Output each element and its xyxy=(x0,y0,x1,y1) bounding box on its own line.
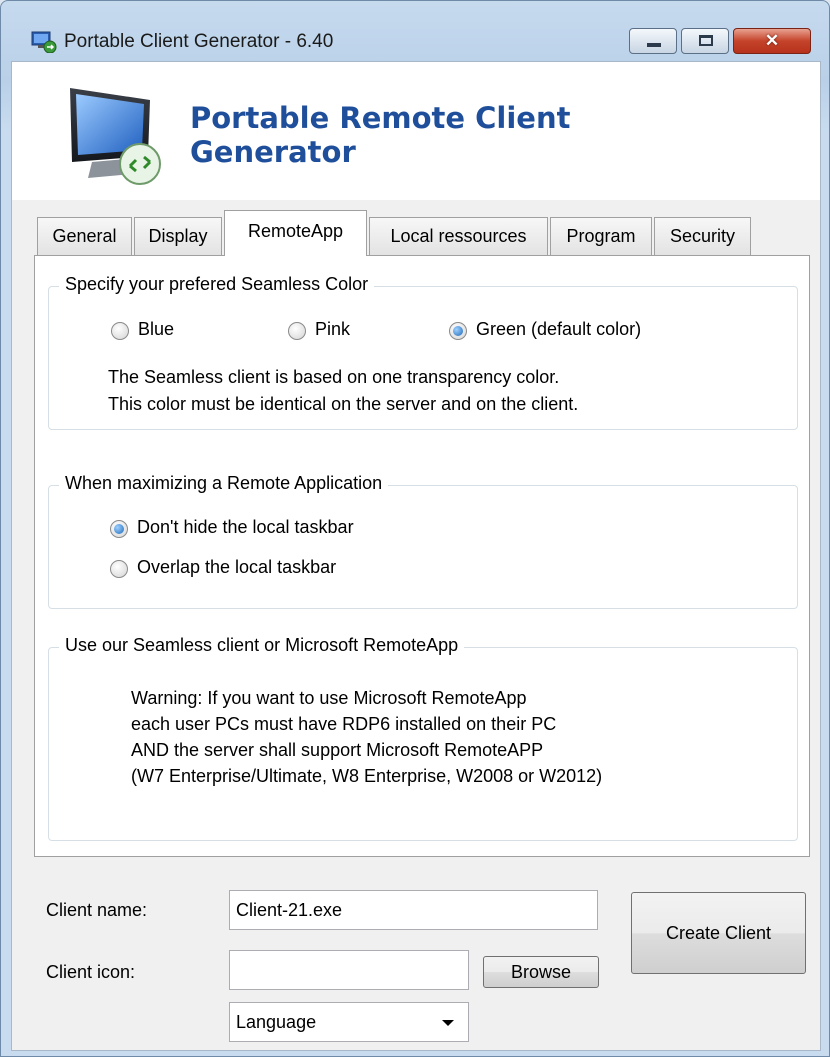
application-window: Portable Client Generator - 6.40 ✕ Porta… xyxy=(0,0,830,1057)
window-title: Portable Client Generator - 6.40 xyxy=(64,31,334,52)
header-title: Portable Remote Client Generator xyxy=(190,101,570,169)
maximize-legend: When maximizing a Remote Application xyxy=(59,473,389,494)
header-banner: Portable Remote Client Generator xyxy=(12,62,820,200)
seamless-color-group: Specify your prefered Seamless Color Blu… xyxy=(48,274,798,430)
radio-green-label[interactable]: Green (default color) xyxy=(476,319,641,340)
warning-line1: Warning: If you want to use Microsoft Re… xyxy=(131,688,527,708)
tab-local-ressources[interactable]: Local ressources xyxy=(369,217,548,255)
maximize-button[interactable] xyxy=(681,28,729,54)
maximize-group: When maximizing a Remote Application Don… xyxy=(48,473,798,609)
language-select[interactable]: Language xyxy=(229,1002,469,1042)
remote-desktop-icon xyxy=(31,31,57,53)
minimize-button[interactable] xyxy=(629,28,677,54)
client-type-group: Use our Seamless client or Microsoft Rem… xyxy=(48,635,798,841)
tab-remoteapp[interactable]: RemoteApp xyxy=(224,210,367,256)
chevron-down-icon xyxy=(442,1020,454,1026)
client-name-label: Client name: xyxy=(46,900,148,920)
minimize-icon xyxy=(647,43,661,47)
seamless-note-line2: This color must be identical on the serv… xyxy=(108,394,579,414)
close-icon: ✕ xyxy=(764,31,780,50)
client-icon-input[interactable] xyxy=(229,950,469,990)
client-icon-label: Client icon: xyxy=(46,962,136,982)
warning-line4: (W7 Enterprise/Ultimate, W8 Enterprise, … xyxy=(131,766,603,786)
radio-overlap-taskbar-label[interactable]: Overlap the local taskbar xyxy=(137,557,336,578)
radio-pink[interactable] xyxy=(288,322,306,340)
radio-dont-hide-taskbar[interactable] xyxy=(110,520,128,538)
browse-button[interactable]: Browse xyxy=(483,956,599,988)
header-title-line2: Generator xyxy=(190,135,356,169)
maximize-icon xyxy=(699,35,713,46)
tab-display[interactable]: Display xyxy=(134,217,222,255)
radio-pink-label[interactable]: Pink xyxy=(315,319,350,340)
client-area: Portable Remote Client Generator General… xyxy=(11,61,821,1051)
create-client-button[interactable]: Create Client xyxy=(631,892,806,974)
radio-blue-label[interactable]: Blue xyxy=(138,319,174,340)
header-title-line1: Portable Remote Client xyxy=(190,101,571,135)
radio-overlap-taskbar[interactable] xyxy=(110,560,128,578)
warning-line2: each user PCs must have RDP6 installed o… xyxy=(131,714,557,734)
client-name-input[interactable] xyxy=(229,890,598,930)
tab-program[interactable]: Program xyxy=(550,217,652,255)
radio-green[interactable] xyxy=(449,322,467,340)
title-bar[interactable]: Portable Client Generator - 6.40 ✕ xyxy=(1,1,829,59)
close-button[interactable]: ✕ xyxy=(733,28,811,54)
tab-security[interactable]: Security xyxy=(654,217,751,255)
seamless-note-line1: The Seamless client is based on one tran… xyxy=(108,367,560,387)
warning-line3: AND the server shall support Microsoft R… xyxy=(131,740,544,760)
language-select-value: Language xyxy=(236,1012,317,1032)
remoteapp-panel: Specify your prefered Seamless Color Blu… xyxy=(34,255,810,857)
monitor-remote-icon xyxy=(70,88,161,185)
radio-blue[interactable] xyxy=(111,322,129,340)
tab-general[interactable]: General xyxy=(37,217,132,255)
radio-dont-hide-taskbar-label[interactable]: Don't hide the local taskbar xyxy=(137,517,354,538)
seamless-color-legend: Specify your prefered Seamless Color xyxy=(59,274,375,295)
client-type-legend: Use our Seamless client or Microsoft Rem… xyxy=(59,635,465,656)
